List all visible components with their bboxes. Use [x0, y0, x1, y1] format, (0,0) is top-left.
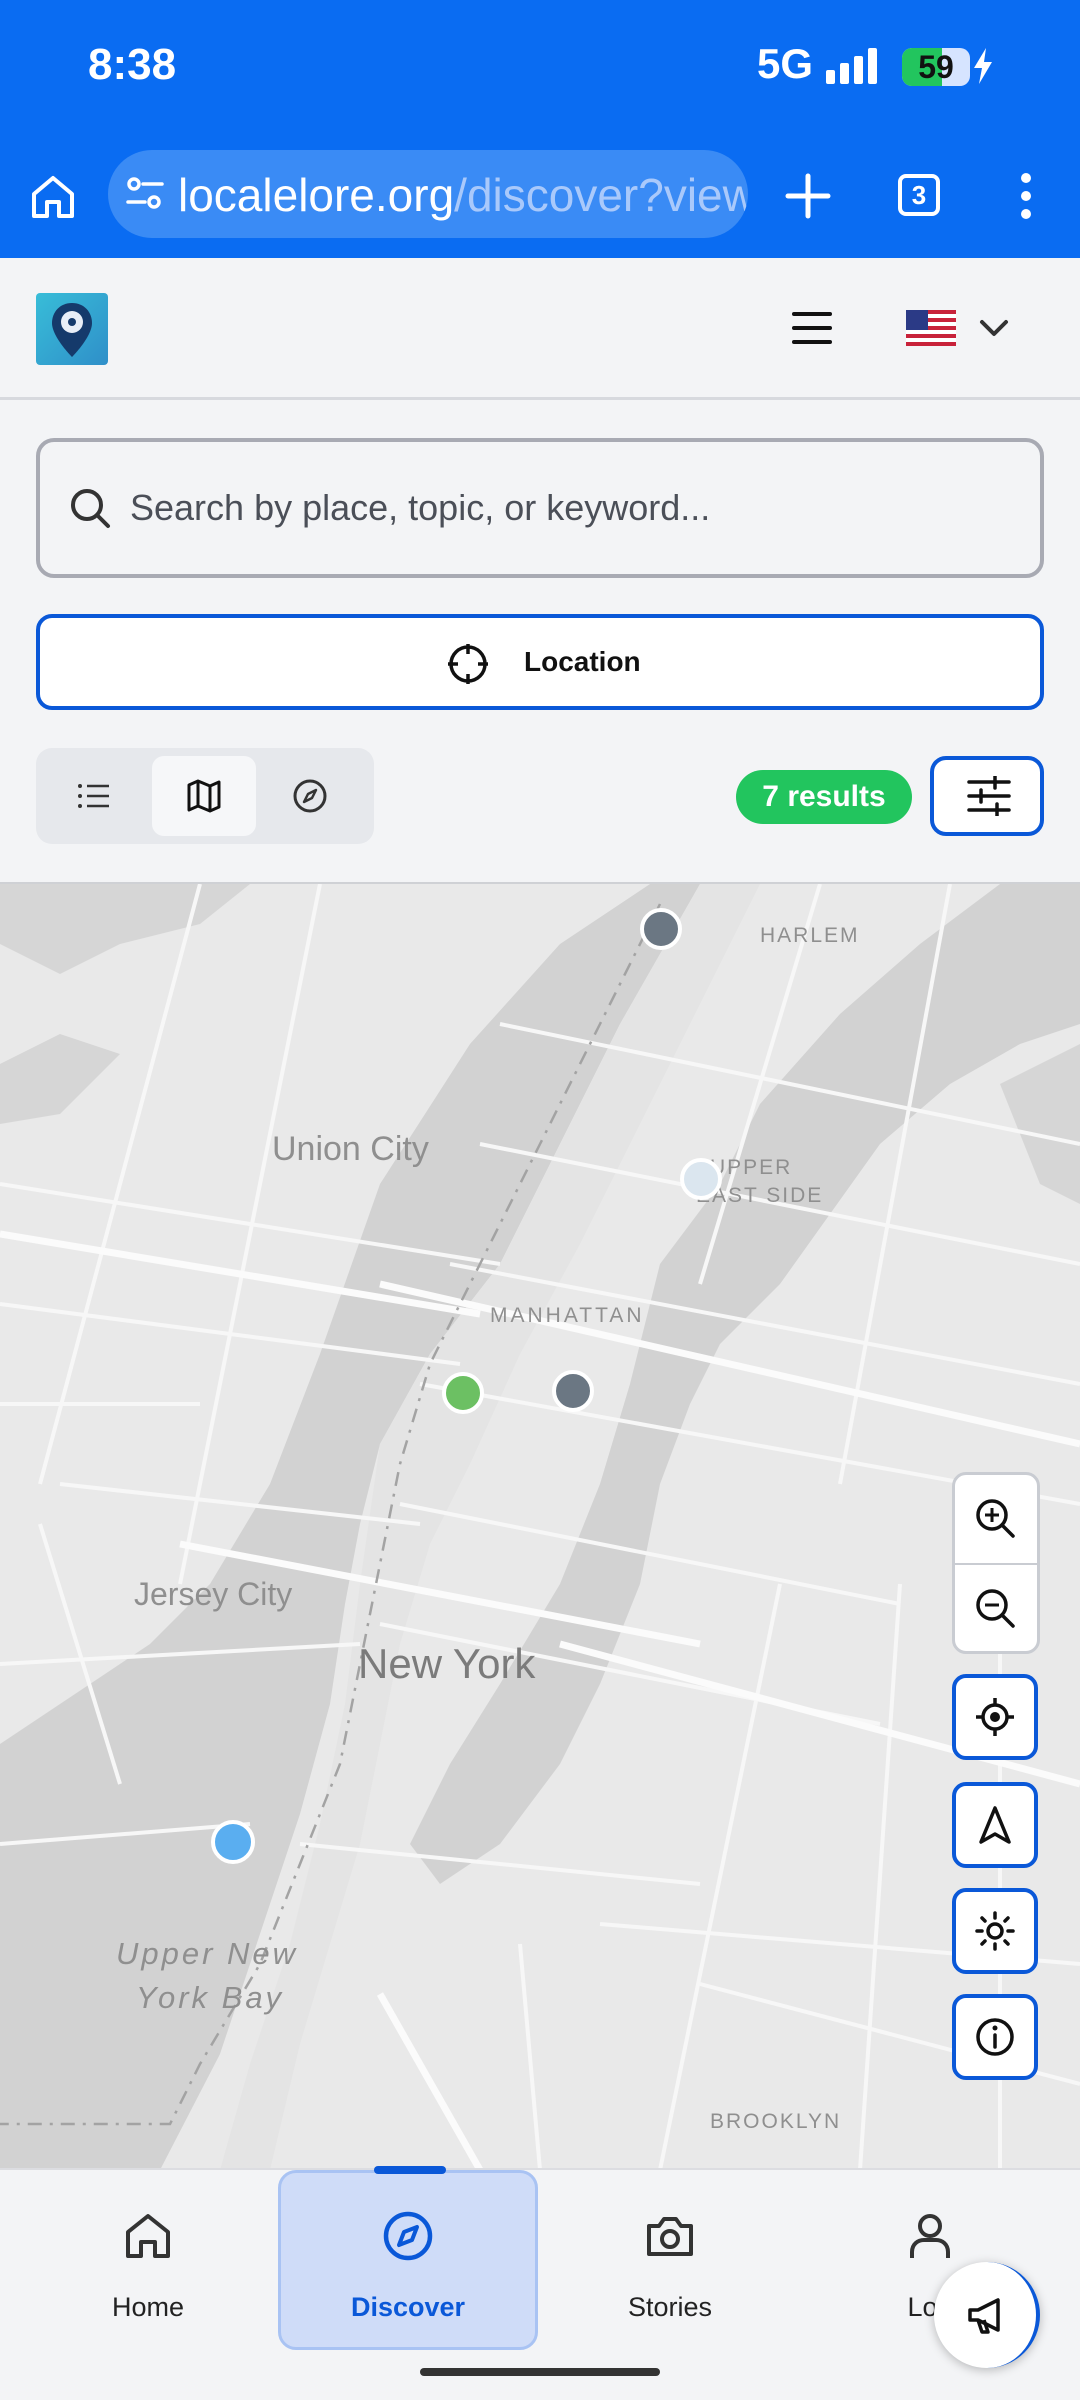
crosshair-icon — [448, 644, 488, 684]
url-bar[interactable]: localelore.org/discover?view — [108, 150, 748, 238]
map-view[interactable]: HARLEM Union City UPPER EAST SIDE MANHAT… — [0, 882, 1080, 2168]
charging-icon — [974, 48, 992, 84]
signal-icon — [826, 48, 877, 84]
map-info-button[interactable] — [952, 1994, 1038, 2080]
map-label-upper-east-side-1: UPPER — [710, 1156, 793, 1179]
map-label-upper-ny-bay-1: Upper New — [116, 1936, 299, 1971]
map-pin[interactable] — [442, 1372, 484, 1414]
url-host: localelore.org — [178, 169, 455, 221]
home-icon — [126, 2214, 170, 2258]
nav-discover-label: Discover — [350, 2292, 466, 2322]
more-options-icon[interactable] — [1014, 170, 1038, 222]
map-pin[interactable] — [640, 908, 682, 950]
navigation-arrow-icon — [979, 1806, 1011, 1844]
url-path: /discover?view — [454, 169, 748, 221]
map-icon — [187, 779, 221, 813]
view-toggle — [36, 748, 374, 844]
compass-icon — [383, 2211, 433, 2261]
map-label-jersey-city: Jersey City — [134, 1576, 293, 1612]
explore-view-button[interactable] — [258, 756, 362, 836]
active-tab-indicator — [374, 2166, 446, 2174]
sun-icon — [975, 1911, 1015, 1951]
map-label-new-york: New York — [358, 1640, 536, 1687]
chevron-down-icon[interactable] — [978, 316, 1010, 340]
status-time: 8:38 — [88, 40, 177, 89]
site-settings-icon[interactable] — [124, 172, 166, 214]
navigate-button[interactable] — [952, 1782, 1038, 1868]
filter-button[interactable] — [930, 756, 1044, 836]
location-button-label: Location — [524, 646, 641, 677]
tab-switcher-button[interactable]: 3 — [898, 174, 940, 216]
zoom-out-button[interactable] — [955, 1565, 1037, 1651]
map-pin-logo-icon — [52, 303, 92, 357]
map-label-union-city: Union City — [272, 1130, 429, 1168]
battery-indicator: 59 — [902, 48, 970, 86]
compass-icon — [293, 779, 327, 813]
status-bar: 8:38 5G 59 — [0, 0, 1080, 130]
user-icon — [910, 2214, 950, 2258]
sliders-icon — [967, 776, 1011, 816]
map-pin[interactable] — [680, 1158, 722, 1200]
zoom-controls — [952, 1472, 1040, 1654]
nav-stories[interactable]: Stories — [540, 2170, 800, 2350]
search-input[interactable] — [130, 472, 1010, 544]
new-tab-icon[interactable] — [782, 170, 834, 222]
map-label-manhattan: MANHATTAN — [490, 1304, 645, 1327]
map-pin[interactable] — [211, 1820, 255, 1864]
map-theme-button[interactable] — [952, 1888, 1038, 1974]
search-box — [36, 438, 1044, 578]
network-type: 5G — [757, 40, 814, 87]
list-icon — [78, 784, 109, 808]
info-icon — [976, 2018, 1014, 2056]
location-button[interactable]: Location — [36, 614, 1044, 710]
menu-icon[interactable] — [792, 310, 832, 346]
zoom-out-icon — [976, 1589, 1015, 1628]
url-text: localelore.org/discover?view — [178, 168, 748, 222]
map-label-harlem: HARLEM — [760, 924, 860, 947]
list-view-button[interactable] — [42, 756, 146, 836]
target-icon — [976, 1698, 1014, 1736]
bottom-navigation: Home Discover Stories Log — [0, 2168, 1080, 2400]
us-flag-icon[interactable] — [906, 310, 956, 346]
map-label-upper-ny-bay-2: York Bay — [136, 1980, 285, 2015]
nav-home-label: Home — [111, 2292, 185, 2322]
nav-home[interactable]: Home — [18, 2170, 278, 2350]
browser-toolbar: localelore.org/discover?view 3 — [0, 130, 1080, 258]
zoom-in-button[interactable] — [955, 1475, 1037, 1563]
site-header — [0, 258, 1080, 400]
battery-percent: 59 — [918, 49, 954, 85]
nav-stories-label: Stories — [627, 2292, 713, 2322]
camera-icon — [647, 2217, 693, 2256]
my-location-button[interactable] — [952, 1674, 1038, 1760]
site-logo[interactable] — [36, 293, 108, 365]
map-label-brooklyn: BROOKLYN — [710, 2110, 842, 2133]
zoom-in-icon — [976, 1499, 1015, 1538]
search-icon — [71, 489, 110, 528]
browser-home-icon[interactable] — [28, 172, 78, 222]
nav-discover[interactable]: Discover — [278, 2170, 538, 2350]
megaphone-icon — [968, 2298, 1000, 2334]
map-view-button[interactable] — [152, 756, 256, 836]
feedback-button[interactable] — [934, 2262, 1040, 2368]
map-base-layer — [0, 884, 1080, 2168]
results-count-badge: 7 results — [736, 770, 912, 824]
map-pin[interactable] — [552, 1370, 594, 1412]
home-indicator — [420, 2368, 660, 2376]
